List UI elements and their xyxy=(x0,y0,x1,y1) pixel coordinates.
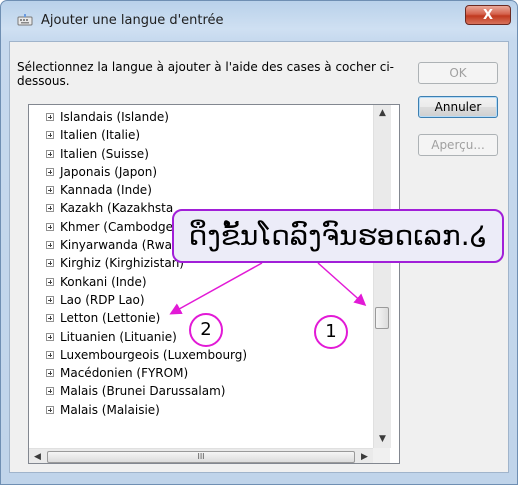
scroll-up-icon[interactable]: ▲ xyxy=(374,105,391,122)
close-button[interactable]: X xyxy=(465,5,511,25)
expand-icon[interactable] xyxy=(46,241,54,250)
expand-icon[interactable] xyxy=(46,405,54,414)
list-item[interactable]: Italien (Italie) xyxy=(29,126,373,144)
language-tree: Islandais (Islande) Italien (Italie) Ita… xyxy=(29,108,373,419)
scrollbar-corner xyxy=(373,448,390,463)
ok-button[interactable]: OK xyxy=(418,62,498,84)
list-item-label: Italien (Italie) xyxy=(60,128,141,143)
list-item-label: Letton (Lettonie) xyxy=(60,311,161,326)
vertical-scrollbar[interactable]: ▲ ▼ xyxy=(373,105,391,448)
expand-icon[interactable] xyxy=(46,131,54,140)
expand-icon[interactable] xyxy=(46,314,54,323)
expand-icon[interactable] xyxy=(46,277,54,286)
list-item[interactable]: Italien (Suisse) xyxy=(29,145,373,163)
expand-icon[interactable] xyxy=(46,204,54,213)
list-item-label: Konkani (Inde) xyxy=(60,274,147,289)
instructions-text: Sélectionnez la langue à ajouter à l'aid… xyxy=(17,60,394,88)
scroll-right-icon[interactable]: ▶ xyxy=(356,449,373,463)
list-item-label: Kinyarwanda (Rwa xyxy=(60,238,172,253)
list-item[interactable]: Kannada (Inde) xyxy=(29,181,373,199)
list-item[interactable]: Japonais (Japon) xyxy=(29,163,373,181)
list-item[interactable]: Konkani (Inde) xyxy=(29,273,373,291)
list-item-label: Italien (Suisse) xyxy=(60,146,149,161)
list-item-label: Lao (RDP Lao) xyxy=(60,292,145,307)
list-item-label: Kazakh (Kazakhsta xyxy=(60,201,174,216)
list-item-label: Malais (Malaisie) xyxy=(60,402,160,417)
list-item[interactable]: Lao (RDP Lao) xyxy=(29,291,373,309)
expand-icon[interactable] xyxy=(46,186,54,195)
expand-icon[interactable] xyxy=(46,167,54,176)
window-title: Ajouter une langue d'entrée xyxy=(41,13,224,28)
preview-button[interactable]: Aperçu... xyxy=(418,134,498,156)
title-bar[interactable]: Ajouter une langue d'entrée X xyxy=(1,1,517,41)
annotation-badge-2: 2 xyxy=(189,313,223,347)
list-item[interactable]: Malais (Malaisie) xyxy=(29,401,373,419)
list-item-label: Islandais (Islande) xyxy=(60,110,169,124)
language-list[interactable]: Islandais (Islande) Italien (Italie) Ita… xyxy=(28,104,400,464)
scroll-left-icon[interactable]: ◀ xyxy=(29,449,46,463)
expand-icon[interactable] xyxy=(46,332,54,341)
keyboard-icon xyxy=(17,14,33,26)
list-item-label: Luxembourgeois (Luxembourg) xyxy=(60,347,248,362)
list-item-label: Kirghiz (Kirghizistan) xyxy=(60,256,184,271)
horizontal-scroll-thumb[interactable]: III xyxy=(47,451,355,463)
expand-icon[interactable] xyxy=(46,222,54,231)
cancel-button[interactable]: Annuler xyxy=(418,96,498,118)
expand-icon[interactable] xyxy=(46,387,54,396)
expand-icon[interactable] xyxy=(46,350,54,359)
horizontal-scrollbar[interactable]: ◀ III ▶ xyxy=(29,448,373,463)
list-item[interactable]: Islandais (Islande) xyxy=(29,108,373,126)
list-item-label: Japonais (Japon) xyxy=(60,164,158,179)
expand-icon[interactable] xyxy=(46,295,54,304)
list-item-label: Lituanien (Lituanie) xyxy=(60,329,177,344)
list-item[interactable]: Malais (Brunei Darussalam) xyxy=(29,382,373,400)
annotation-badge-1: 1 xyxy=(314,315,348,349)
scroll-down-icon[interactable]: ▼ xyxy=(374,431,391,448)
annotation-callout: ດຶງຂັ້ນໂດລົງຈົນຮອດເລກ.໒ xyxy=(172,209,504,263)
list-item-label: Malais (Brunei Darussalam) xyxy=(60,384,226,399)
vertical-scroll-thumb[interactable] xyxy=(375,307,389,329)
expand-icon[interactable] xyxy=(46,259,54,268)
list-item[interactable]: Macédonien (FYROM) xyxy=(29,364,373,382)
list-item-label: Macédonien (FYROM) xyxy=(60,366,189,381)
expand-icon[interactable] xyxy=(46,113,54,121)
expand-icon[interactable] xyxy=(46,369,54,378)
list-item-label: Kannada (Inde) xyxy=(60,183,152,198)
list-item-label: Khmer (Cambodge xyxy=(60,219,173,234)
list-item[interactable]: Luxembourgeois (Luxembourg) xyxy=(29,346,373,364)
expand-icon[interactable] xyxy=(46,149,54,158)
